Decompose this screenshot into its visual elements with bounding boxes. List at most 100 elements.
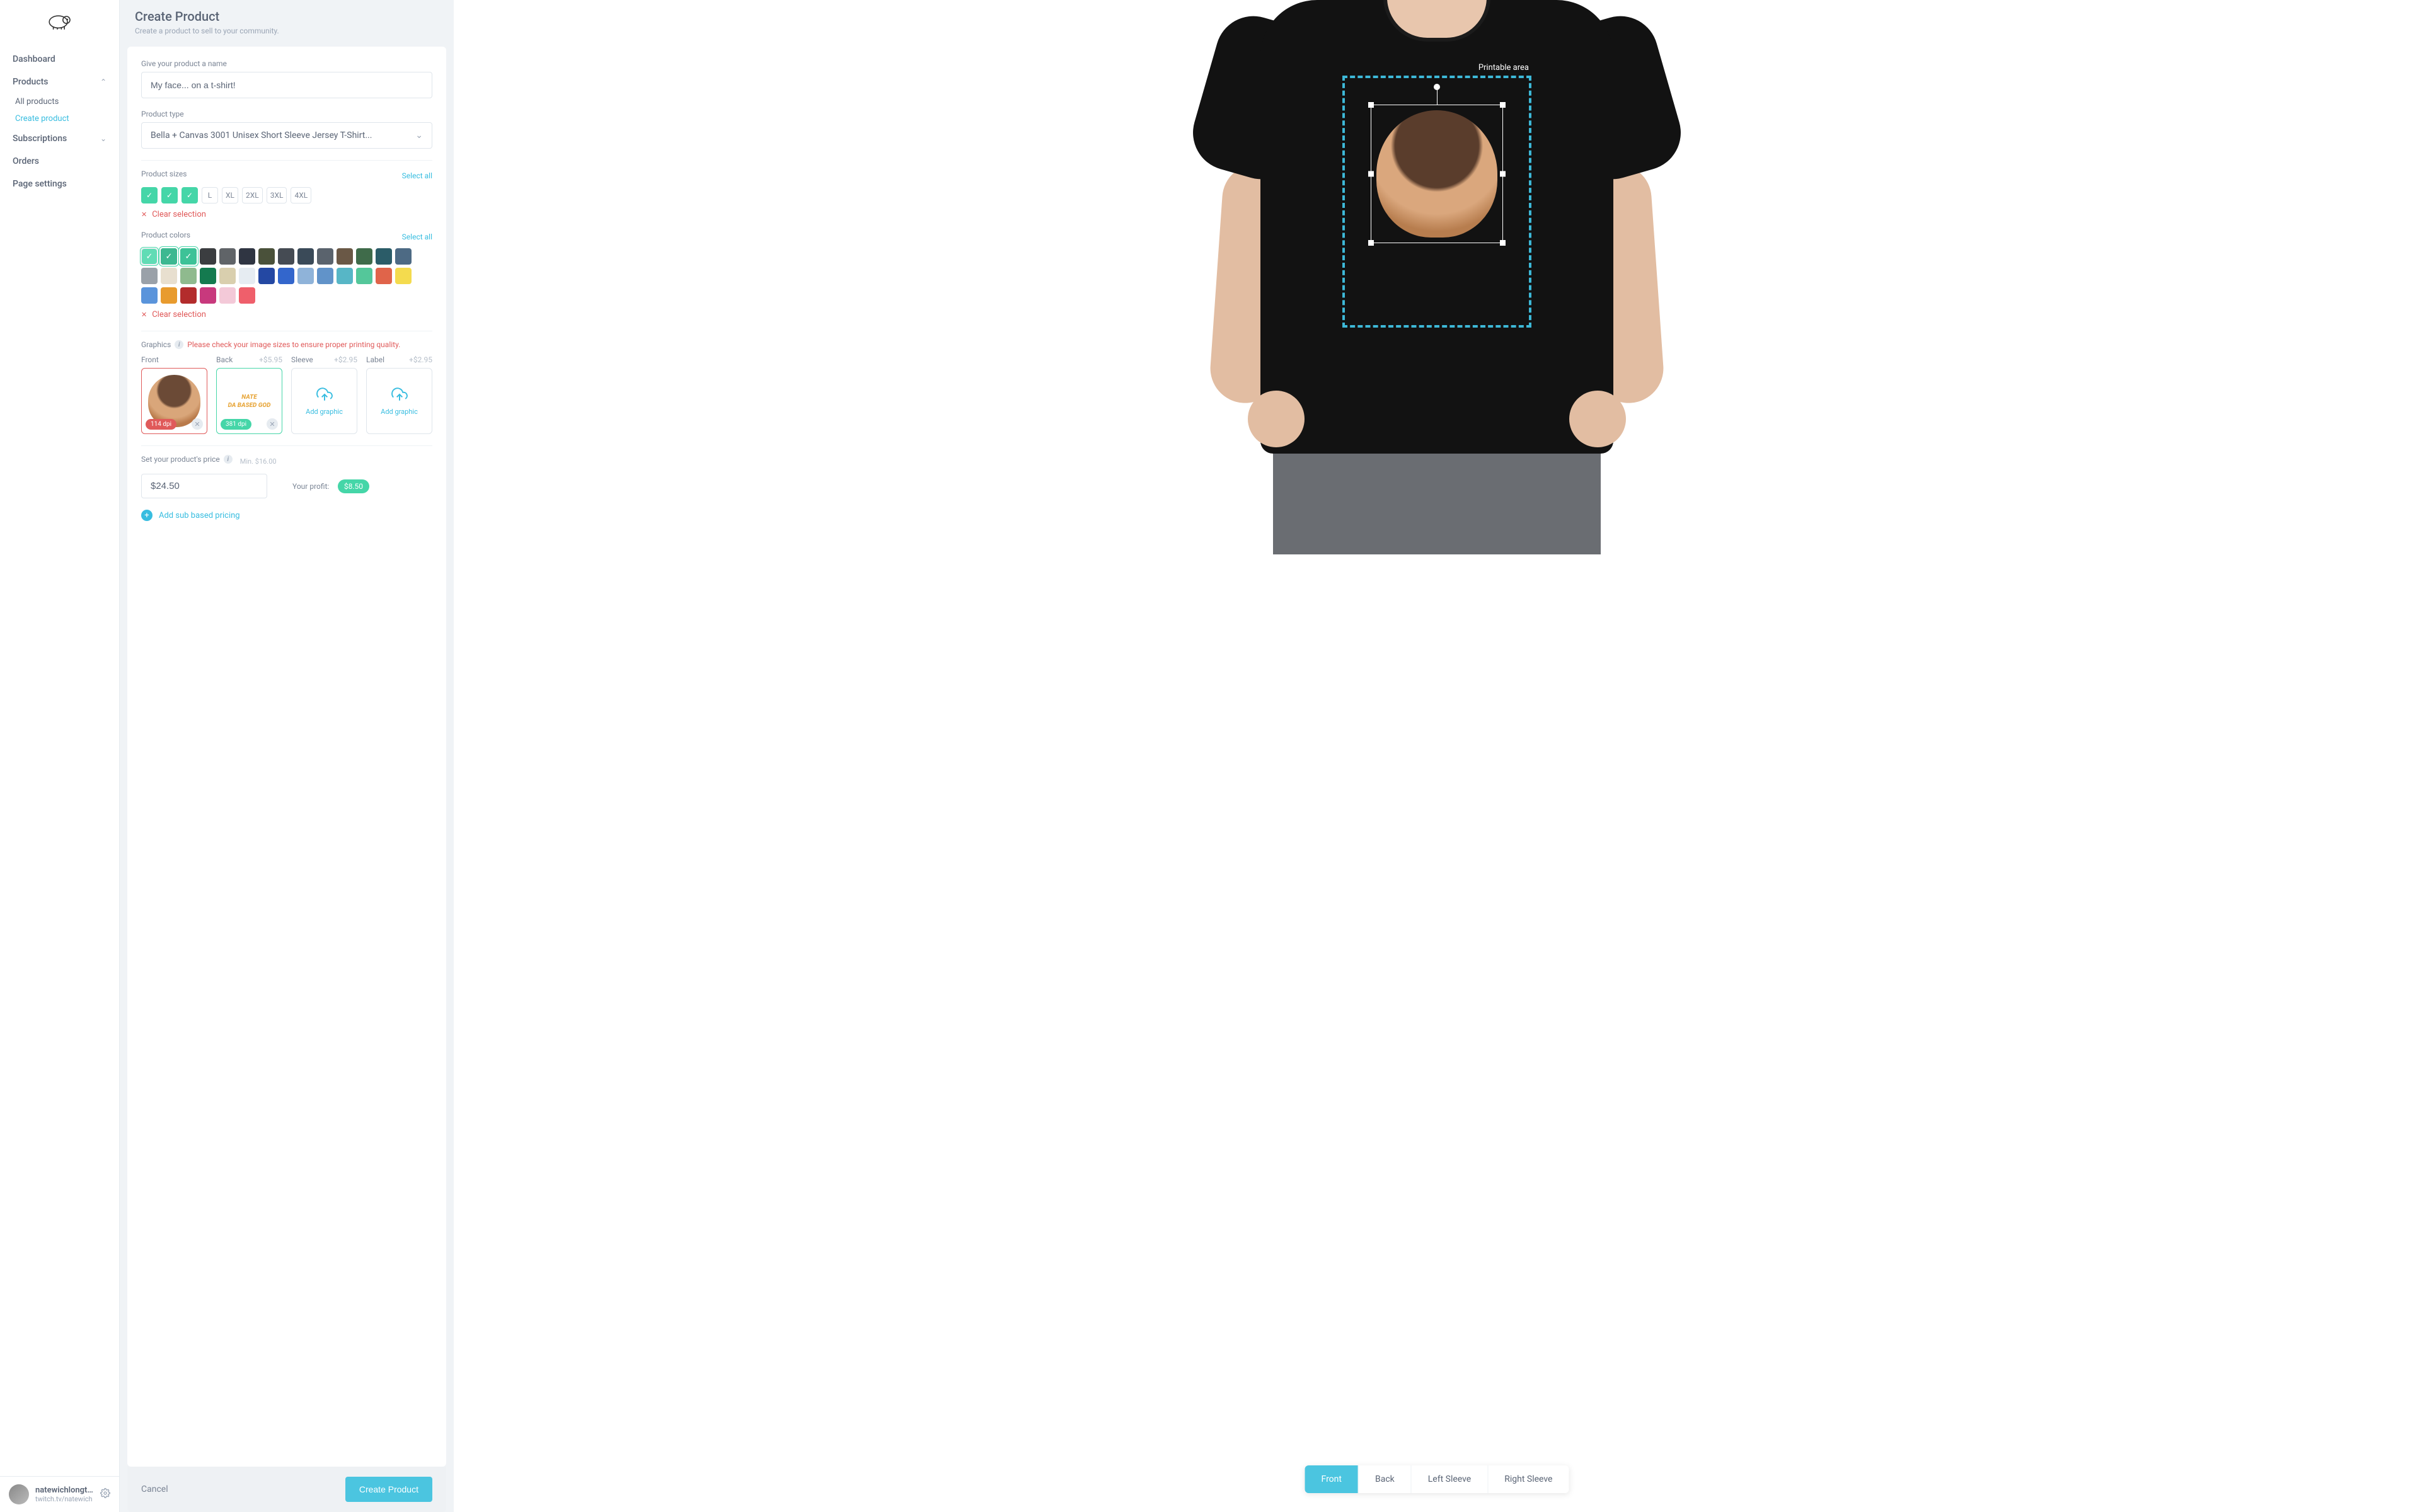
size-chip[interactable]: XL [222,187,238,203]
size-chip[interactable]: ✓ [182,187,198,203]
resize-handle[interactable] [1368,240,1374,246]
color-swatch[interactable] [200,248,216,265]
info-icon[interactable]: i [224,455,233,464]
sizes-select-all[interactable]: Select all [402,171,432,180]
color-swatch[interactable] [395,248,412,265]
color-swatch[interactable] [141,287,158,304]
color-swatch[interactable] [239,287,255,304]
sheep-logo-icon [47,13,72,30]
product-type-select[interactable]: Bella + Canvas 3001 Unisex Short Sleeve … [141,122,432,149]
tab-back[interactable]: Back [1359,1465,1412,1493]
resize-handle[interactable] [1368,102,1374,108]
nav-all-products[interactable]: All products [0,93,119,110]
colors-clear[interactable]: ✕ Clear selection [141,310,432,319]
user-name: natewichlongt... [35,1486,94,1495]
color-swatch[interactable] [356,248,372,265]
page-subtitle: Create a product to sell to your communi… [135,26,439,35]
gear-icon[interactable] [100,1488,110,1501]
resize-handle[interactable] [1500,102,1506,108]
product-type-section: Product type Bella + Canvas 3001 Unisex … [141,110,432,149]
remove-graphic-icon[interactable]: ✕ [267,418,278,430]
color-swatch[interactable] [376,268,392,284]
nav-subscriptions[interactable]: Subscriptions ⌄ [0,127,119,150]
color-swatch[interactable] [219,287,236,304]
add-sub-pricing[interactable]: + Add sub based pricing [141,510,432,521]
color-swatch[interactable] [337,248,353,265]
color-swatch[interactable] [180,287,197,304]
size-chip[interactable]: ✓ [161,187,178,203]
size-row: ✓✓✓LXL2XL3XL4XL [141,187,432,203]
chevron-down-icon: ⌄ [415,130,423,140]
color-swatch[interactable] [239,248,255,265]
neck [1399,0,1475,13]
avatar[interactable] [9,1484,29,1504]
color-swatch[interactable] [356,268,372,284]
colors-label: Product colors [141,231,190,239]
color-swatch[interactable] [278,268,294,284]
color-swatch[interactable] [161,248,177,265]
color-swatch[interactable] [180,268,197,284]
graphic-front-col: Front 114 dpi ✕ [141,355,207,434]
color-swatch[interactable] [161,268,177,284]
color-swatch[interactable] [219,248,236,265]
nav-create-product[interactable]: Create product [0,110,119,127]
rotate-handle[interactable] [1434,84,1440,90]
price-input[interactable] [141,474,267,498]
nav-page-settings[interactable]: Page settings [0,173,119,195]
tab-front[interactable]: Front [1305,1465,1359,1493]
color-swatch[interactable] [278,248,294,265]
color-swatch[interactable] [141,248,158,265]
color-swatch[interactable] [258,268,275,284]
resize-handle[interactable] [1500,171,1506,177]
color-swatch[interactable] [337,268,353,284]
colors-select-all[interactable]: Select all [402,232,432,241]
color-swatch[interactable] [297,248,314,265]
add-graphic-text: Add graphic [306,408,343,416]
size-chip[interactable]: L [202,187,218,203]
size-chip[interactable]: 2XL [242,187,263,203]
color-swatch[interactable] [141,268,158,284]
color-swatch[interactable] [297,268,314,284]
color-swatch[interactable] [317,248,333,265]
gfx-sleeve-label: Sleeve [291,355,313,364]
hand-right [1569,391,1626,447]
user-footer: natewichlongt... twitch.tv/natewich [0,1476,119,1512]
tab-right-sleeve[interactable]: Right Sleeve [1488,1465,1569,1493]
size-chip[interactable]: ✓ [141,187,158,203]
graphic-front-box[interactable]: 114 dpi ✕ [141,368,207,434]
design-graphic[interactable] [1376,110,1497,238]
sizes-clear[interactable]: ✕ Clear selection [141,210,432,219]
color-swatch[interactable] [161,287,177,304]
info-icon[interactable]: i [175,340,183,349]
tab-left-sleeve[interactable]: Left Sleeve [1412,1465,1488,1493]
graphic-label-box[interactable]: Add graphic [366,368,432,434]
size-chip[interactable]: 4XL [291,187,311,203]
view-tabs: Front Back Left Sleeve Right Sleeve [1305,1465,1569,1493]
cancel-button[interactable]: Cancel [141,1484,168,1494]
color-swatch[interactable] [317,268,333,284]
page-title: Create Product [135,9,439,24]
product-name-input[interactable] [141,72,432,98]
color-swatch[interactable] [219,268,236,284]
nav-products[interactable]: Products ⌃ [0,71,119,93]
color-swatch[interactable] [395,268,412,284]
design-selection[interactable] [1371,105,1503,243]
graphic-back-box[interactable]: NATE DA BASED GOD 381 dpi ✕ [216,368,282,434]
color-swatch[interactable] [376,248,392,265]
graphics-label: Graphics i Please check your image sizes… [141,340,432,349]
color-swatch[interactable] [200,287,216,304]
color-swatch[interactable] [239,268,255,284]
create-product-button[interactable]: Create Product [345,1477,432,1502]
remove-graphic-icon[interactable]: ✕ [192,418,203,430]
resize-handle[interactable] [1368,171,1374,177]
gfx-sleeve-price: +$2.95 [334,355,357,364]
graphic-sleeve-box[interactable]: Add graphic [291,368,357,434]
color-swatch[interactable] [180,248,197,265]
min-price: Min. $16.00 [240,457,277,466]
size-chip[interactable]: 3XL [267,187,287,203]
resize-handle[interactable] [1500,240,1506,246]
nav-orders[interactable]: Orders [0,150,119,173]
color-swatch[interactable] [200,268,216,284]
nav-dashboard[interactable]: Dashboard [0,48,119,71]
color-swatch[interactable] [258,248,275,265]
